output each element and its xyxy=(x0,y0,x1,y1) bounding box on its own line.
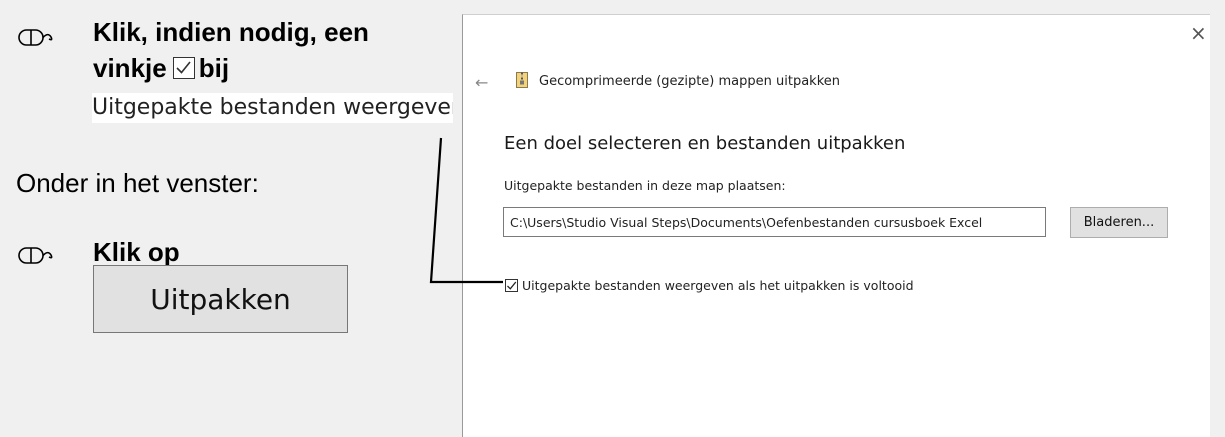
dialog-heading: Een doel selecteren en bestanden uitpakk… xyxy=(504,133,906,154)
option-label-snippet: Uitgepakte bestanden weergeven xyxy=(92,93,453,123)
instruction-step3: Klik op xyxy=(93,237,180,267)
instruction-panel: Klik, indien nodig, een vinkje bij Uitgep… xyxy=(0,0,462,437)
browse-button[interactable]: Bladeren... xyxy=(1070,207,1168,238)
close-icon[interactable]: × xyxy=(1190,23,1207,43)
uitpakken-button-snippet: Uitpakken xyxy=(93,265,348,333)
instruction-step1-line1: Klik, indien nodig, een xyxy=(93,17,369,47)
back-arrow-icon[interactable]: ← xyxy=(475,73,488,93)
show-files-checkbox[interactable] xyxy=(505,278,518,292)
instruction-step2: Onder in het venster: xyxy=(16,168,259,198)
instruction-step1-suffix: bij xyxy=(198,53,230,83)
destination-label: Uitgepakte bestanden in deze map plaatse… xyxy=(504,178,786,193)
instruction-step1-line2: vinkje bij xyxy=(93,53,229,83)
destination-path-input[interactable] xyxy=(503,207,1046,237)
show-files-label: Uitgepakte bestanden weergeven als het u… xyxy=(522,277,914,293)
zip-folder-icon xyxy=(516,72,528,88)
checkbox-checked-icon xyxy=(172,57,195,79)
instruction-step1-prefix: vinkje xyxy=(93,53,167,83)
checkmark-icon xyxy=(507,281,517,290)
extract-dialog: × ← Gecomprimeerde (gezipte) mappen uitp… xyxy=(462,14,1210,437)
mouse-click-icon xyxy=(18,29,53,46)
wizard-title: Gecomprimeerde (gezipte) mappen uitpakke… xyxy=(539,74,841,89)
mouse-click-icon xyxy=(18,247,53,264)
show-files-option[interactable]: Uitgepakte bestanden weergeven als het u… xyxy=(505,277,914,293)
